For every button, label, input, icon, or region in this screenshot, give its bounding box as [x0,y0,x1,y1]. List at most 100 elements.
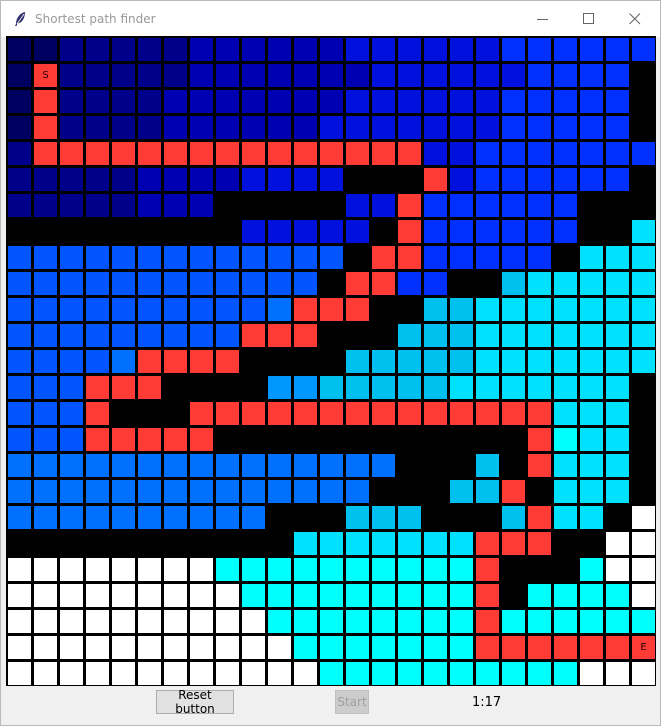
visited-cell[interactable] [476,662,499,685]
path-cell[interactable] [320,142,343,165]
reset-button[interactable]: Reset button [156,688,234,716]
visited-cell[interactable] [580,480,603,503]
visited-cell[interactable] [216,324,239,347]
visited-cell[interactable] [346,454,369,477]
unvisited-cell[interactable] [606,532,629,555]
visited-cell[interactable] [346,350,369,373]
visited-cell[interactable] [294,168,317,191]
visited-cell[interactable] [580,584,603,607]
visited-cell[interactable] [372,454,395,477]
visited-cell[interactable] [346,64,369,87]
visited-cell[interactable] [138,38,161,61]
visited-cell[interactable] [164,272,187,295]
path-cell[interactable] [346,402,369,425]
path-cell[interactable] [476,402,499,425]
visited-cell[interactable] [372,116,395,139]
visited-cell[interactable] [424,90,447,113]
visited-cell[interactable] [372,64,395,87]
visited-cell[interactable] [528,116,551,139]
visited-cell[interactable] [242,246,265,269]
path-cell[interactable] [476,610,499,633]
visited-cell[interactable] [242,116,265,139]
visited-cell[interactable] [112,168,135,191]
visited-cell[interactable] [320,636,343,659]
visited-cell[interactable] [580,454,603,477]
visited-cell[interactable] [34,428,57,451]
visited-cell[interactable] [346,558,369,581]
unvisited-cell[interactable] [632,662,655,685]
unvisited-cell[interactable] [632,532,655,555]
unvisited-cell[interactable] [8,558,31,581]
visited-cell[interactable] [580,116,603,139]
path-cell[interactable] [86,142,109,165]
visited-cell[interactable] [424,194,447,217]
path-cell[interactable] [502,636,525,659]
visited-cell[interactable] [580,246,603,269]
visited-cell[interactable] [424,246,447,269]
unvisited-cell[interactable] [632,506,655,529]
unvisited-cell[interactable] [86,636,109,659]
visited-cell[interactable] [450,142,473,165]
visited-cell[interactable] [424,636,447,659]
visited-cell[interactable] [450,532,473,555]
visited-cell[interactable] [346,480,369,503]
visited-cell[interactable] [450,116,473,139]
visited-cell[interactable] [190,480,213,503]
visited-cell[interactable] [320,454,343,477]
visited-cell[interactable] [450,220,473,243]
unvisited-cell[interactable] [86,558,109,581]
visited-cell[interactable] [138,194,161,217]
path-cell[interactable] [86,428,109,451]
visited-cell[interactable] [424,350,447,373]
visited-cell[interactable] [294,558,317,581]
visited-cell[interactable] [138,64,161,87]
visited-cell[interactable] [554,402,577,425]
visited-cell[interactable] [554,506,577,529]
visited-cell[interactable] [164,298,187,321]
path-cell[interactable] [476,532,499,555]
unvisited-cell[interactable] [242,636,265,659]
visited-cell[interactable] [398,64,421,87]
visited-cell[interactable] [424,142,447,165]
unvisited-cell[interactable] [8,584,31,607]
visited-cell[interactable] [8,454,31,477]
path-cell[interactable] [606,636,629,659]
unvisited-cell[interactable] [112,610,135,633]
visited-cell[interactable] [580,324,603,347]
visited-cell[interactable] [320,90,343,113]
visited-cell[interactable] [372,610,395,633]
visited-cell[interactable] [606,90,629,113]
path-cell[interactable] [398,142,421,165]
visited-cell[interactable] [606,64,629,87]
path-cell[interactable] [190,350,213,373]
path-cell[interactable] [372,142,395,165]
path-cell[interactable] [164,350,187,373]
visited-cell[interactable] [398,90,421,113]
path-cell[interactable] [60,142,83,165]
path-cell[interactable] [580,636,603,659]
visited-cell[interactable] [580,64,603,87]
visited-cell[interactable] [216,272,239,295]
visited-cell[interactable] [528,662,551,685]
visited-cell[interactable] [632,272,655,295]
visited-cell[interactable] [502,90,525,113]
visited-cell[interactable] [86,480,109,503]
visited-cell[interactable] [242,480,265,503]
path-cell[interactable] [242,142,265,165]
visited-cell[interactable] [450,194,473,217]
visited-cell[interactable] [580,350,603,373]
visited-cell[interactable] [528,610,551,633]
visited-cell[interactable] [606,610,629,633]
visited-cell[interactable] [476,142,499,165]
visited-cell[interactable] [294,246,317,269]
visited-cell[interactable] [580,142,603,165]
visited-cell[interactable] [34,506,57,529]
visited-cell[interactable] [216,168,239,191]
visited-cell[interactable] [8,376,31,399]
visited-cell[interactable] [502,64,525,87]
visited-cell[interactable] [580,376,603,399]
unvisited-cell[interactable] [138,662,161,685]
unvisited-cell[interactable] [268,636,291,659]
path-cell[interactable] [528,506,551,529]
visited-cell[interactable] [216,558,239,581]
